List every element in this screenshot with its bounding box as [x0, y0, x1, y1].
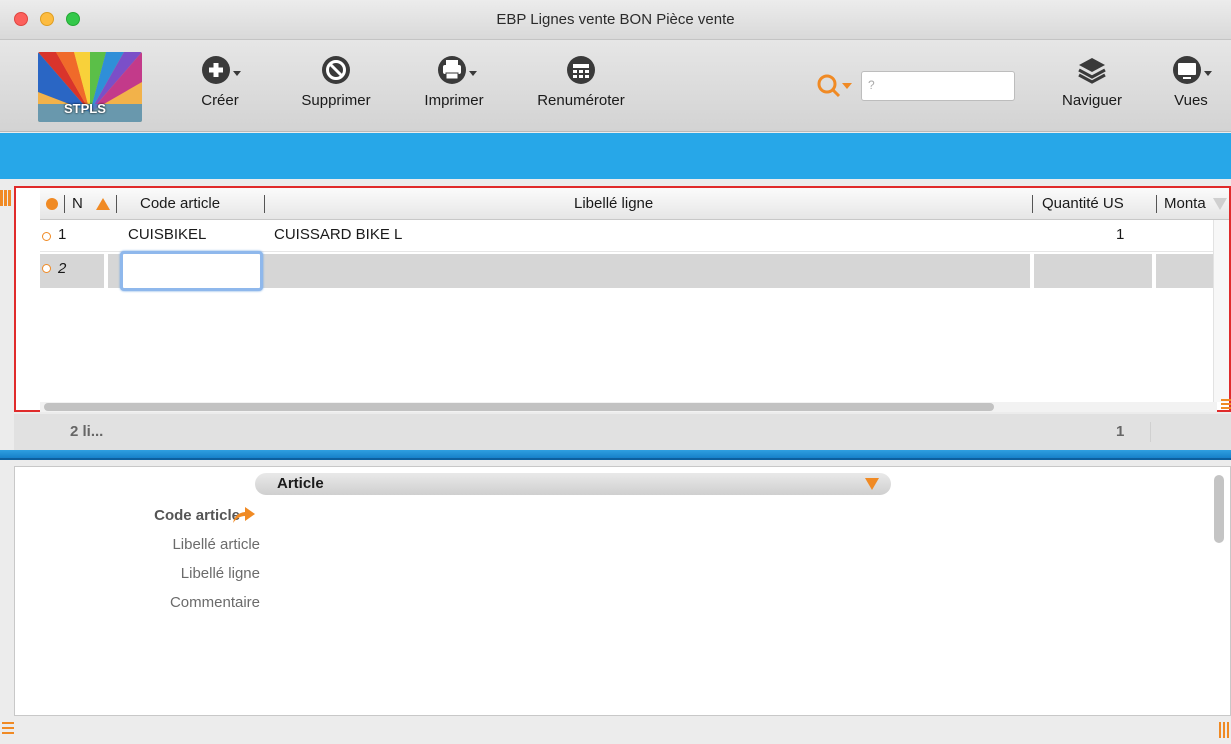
- lines-grid: N Code article Libellé ligne Quantité US…: [14, 186, 1231, 412]
- layers-icon: [1078, 58, 1106, 84]
- search-icon[interactable]: [815, 71, 855, 101]
- cell-libelle-ligne[interactable]: CUISSARD BIKE L: [274, 226, 402, 243]
- window-title: EBP Lignes vente BON Pièce vente: [496, 11, 735, 28]
- cell-n: 1: [58, 226, 67, 243]
- go-arrow-icon[interactable]: [231, 505, 257, 525]
- calculator-icon: [567, 56, 595, 84]
- views-button[interactable]: Vues: [1166, 54, 1216, 109]
- section-header-article[interactable]: Article: [255, 473, 891, 495]
- monitor-icon: [1173, 56, 1212, 84]
- renumber-label: Renuméroter: [537, 92, 625, 109]
- right-resize-grip[interactable]: [1221, 399, 1231, 411]
- column-separator[interactable]: [116, 195, 117, 213]
- renumber-button[interactable]: Renuméroter: [528, 54, 634, 109]
- row-count: 2 li...: [70, 423, 104, 440]
- header-band: [0, 133, 1231, 179]
- create-button[interactable]: Créer: [190, 54, 250, 109]
- sort-ascending-icon[interactable]: [96, 198, 110, 210]
- create-label: Créer: [201, 92, 239, 109]
- label-code-article: Code article: [154, 507, 240, 524]
- quantity-total: 1: [1116, 423, 1125, 440]
- column-separator[interactable]: [64, 195, 65, 213]
- grid-footer: 2 li... 1: [14, 414, 1231, 450]
- row-status-icon: [42, 264, 51, 273]
- label-libelle-ligne: Libellé ligne: [180, 565, 260, 582]
- status-column-icon[interactable]: [46, 198, 58, 210]
- label-libelle-article: Libellé article: [172, 536, 260, 553]
- column-separator[interactable]: [1156, 195, 1157, 213]
- grid-header: N Code article Libellé ligne Quantité US…: [40, 188, 1229, 220]
- vertical-scrollbar[interactable]: [1213, 220, 1229, 402]
- column-header-n[interactable]: N: [72, 195, 83, 212]
- row-status-icon: [42, 232, 51, 241]
- column-chooser-grip[interactable]: [0, 186, 14, 210]
- cell-n: 2: [58, 260, 67, 277]
- collapse-section-icon[interactable]: [865, 478, 879, 490]
- search-input[interactable]: ?: [861, 71, 1015, 101]
- search-area: ?: [815, 71, 1015, 101]
- column-header-quantite[interactable]: Quantité US: [1042, 195, 1124, 212]
- bottom-bar: [0, 716, 1231, 744]
- footer-divider: [1150, 422, 1151, 442]
- bottom-left-grip[interactable]: [2, 722, 14, 737]
- title-bar: EBP Lignes vente BON Pièce vente: [0, 0, 1231, 40]
- cell-quantite[interactable]: 1: [1116, 226, 1124, 243]
- column-header-montant[interactable]: Monta: [1164, 195, 1206, 212]
- print-button[interactable]: Imprimer: [416, 54, 492, 109]
- splitter-bar[interactable]: [0, 450, 1231, 460]
- column-separator[interactable]: [1032, 195, 1033, 213]
- delete-button[interactable]: Supprimer: [290, 54, 382, 109]
- label-commentaire: Commentaire: [169, 594, 260, 611]
- toolbar: STPLS Créer Supprimer Imprimer Renumérot…: [0, 40, 1231, 132]
- code-article-input[interactable]: [120, 251, 263, 291]
- horizontal-scrollbar-thumb[interactable]: [44, 403, 994, 411]
- column-header-code-article[interactable]: Code article: [140, 195, 220, 212]
- header-chevron-icon[interactable]: [1213, 198, 1227, 210]
- navigate-button[interactable]: Naviguer: [1052, 54, 1132, 109]
- views-label: Vues: [1174, 92, 1208, 109]
- prohibited-icon: [322, 56, 350, 84]
- printer-icon: [438, 56, 477, 84]
- section-title: Article: [277, 475, 324, 492]
- print-label: Imprimer: [424, 92, 484, 109]
- horizontal-scrollbar[interactable]: [40, 402, 1217, 412]
- column-separator[interactable]: [264, 195, 265, 213]
- company-logo: STPLS: [38, 52, 142, 122]
- cell-code-article[interactable]: CUISBIKEL: [128, 226, 206, 243]
- logo-text: STPLS: [64, 101, 106, 116]
- detail-panel: Article Code article Libellé article Lib…: [14, 466, 1231, 716]
- plus-circle-icon: [202, 56, 241, 84]
- navigate-label: Naviguer: [1061, 92, 1123, 109]
- column-header-libelle-ligne[interactable]: Libellé ligne: [574, 195, 653, 212]
- delete-label: Supprimer: [301, 92, 371, 109]
- detail-scrollbar-thumb[interactable]: [1214, 475, 1224, 543]
- bottom-right-grip[interactable]: [1217, 722, 1229, 740]
